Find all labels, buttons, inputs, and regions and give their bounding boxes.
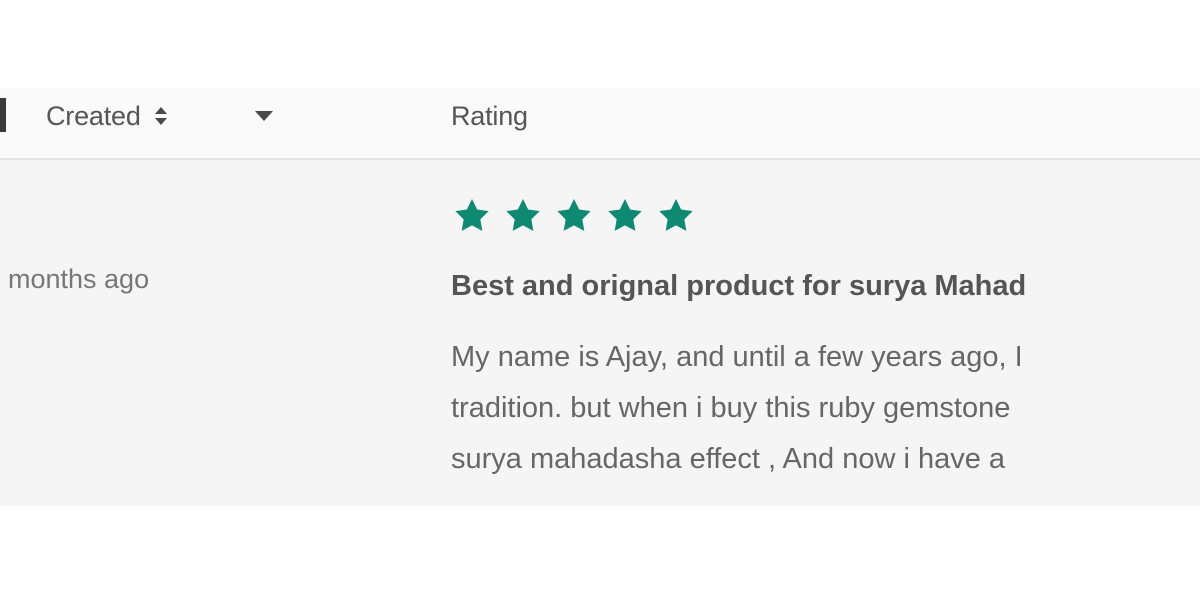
star-icon [608, 199, 642, 231]
created-time: months ago [8, 264, 150, 294]
caret-down-icon[interactable] [252, 106, 276, 126]
column-header-rating: Rating [451, 98, 528, 134]
column-header-label: Created [46, 100, 141, 131]
review-line: surya mahadasha effect , And now i have … [451, 443, 1006, 475]
review-line: tradition. but when i buy this ruby gems… [451, 392, 1011, 424]
star-icon [506, 199, 540, 231]
star-icon [557, 199, 591, 231]
table-header [0, 88, 1200, 160]
sort-up-down-icon[interactable] [153, 104, 169, 128]
star-icon [455, 199, 489, 231]
review-title: Best and orignal product for surya Mahad [451, 270, 1027, 302]
column-header-created[interactable]: Created [46, 98, 169, 134]
review-body: My name is Ajay, and until a few years a… [451, 332, 1200, 485]
reviews-table: Created Rating months ago Best and orign… [0, 0, 1200, 600]
review-line: My name is Ajay, and until a few years a… [451, 341, 1023, 373]
checkbox-edge[interactable] [0, 98, 6, 132]
rating-stars [452, 196, 696, 236]
column-header-label: Rating [451, 100, 528, 131]
star-icon [659, 199, 693, 231]
